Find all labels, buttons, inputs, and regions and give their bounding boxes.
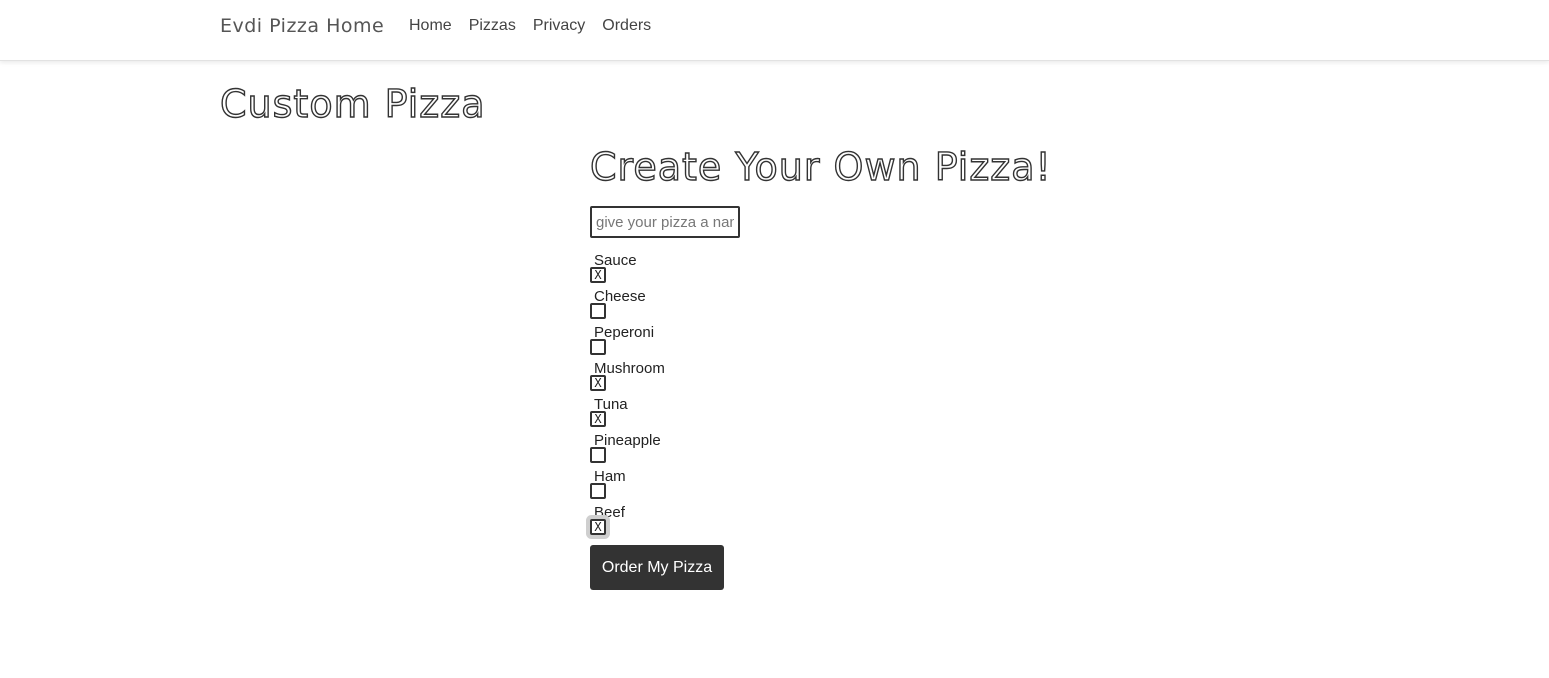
page-title: Custom Pizza <box>219 81 486 126</box>
topping-checkbox[interactable] <box>590 339 606 355</box>
topping-mushroom[interactable]: Mushroom X <box>590 358 730 394</box>
nav-link-privacy[interactable]: Privacy <box>533 17 585 35</box>
topping-checkbox[interactable] <box>590 303 606 319</box>
custom-pizza-form: Create Your Own Pizza! Sauce X Cheese Pe… <box>589 144 1110 590</box>
form-heading: Create Your Own Pizza! <box>589 144 1052 189</box>
toppings-list: Sauce X Cheese Peperoni Mushroom X Tuna … <box>590 250 730 538</box>
nav-link-orders[interactable]: Orders <box>602 17 651 35</box>
nav-link-pizzas[interactable]: Pizzas <box>469 17 516 35</box>
topping-pineapple[interactable]: Pineapple <box>590 430 730 466</box>
order-pizza-button[interactable]: Order My Pizza <box>590 545 724 590</box>
topping-peperoni[interactable]: Peperoni <box>590 322 730 358</box>
brand-link[interactable]: Evdi Pizza Home <box>220 15 384 37</box>
topping-checkbox[interactable] <box>590 447 606 463</box>
topping-beef[interactable]: Beef X <box>590 502 730 538</box>
topping-checkbox[interactable]: X <box>590 375 606 391</box>
topping-checkbox[interactable] <box>590 483 606 499</box>
pizza-name-input[interactable] <box>590 206 740 238</box>
nav-link-home[interactable]: Home <box>409 17 452 35</box>
topping-checkbox[interactable]: X <box>590 519 606 535</box>
topping-ham[interactable]: Ham <box>590 466 730 502</box>
nav-links: Home Pizzas Privacy Orders <box>409 17 651 35</box>
topping-tuna[interactable]: Tuna X <box>590 394 730 430</box>
top-navbar: Evdi Pizza Home Home Pizzas Privacy Orde… <box>0 0 1549 61</box>
topping-cheese[interactable]: Cheese <box>590 286 730 322</box>
topping-checkbox[interactable]: X <box>590 267 606 283</box>
topping-sauce[interactable]: Sauce X <box>590 250 730 286</box>
topping-checkbox[interactable]: X <box>590 411 606 427</box>
